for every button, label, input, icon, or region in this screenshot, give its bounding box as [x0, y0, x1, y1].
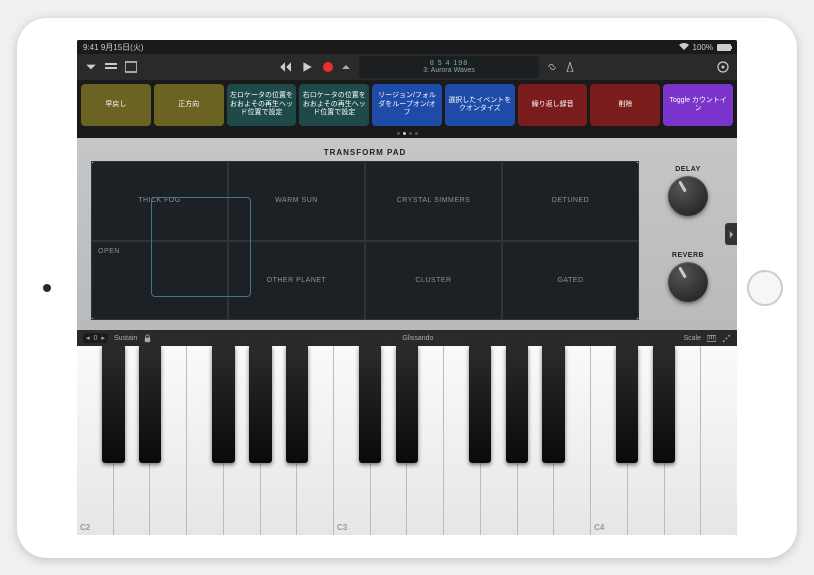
- wifi-icon: [679, 42, 689, 52]
- lock-icon[interactable]: [143, 334, 152, 343]
- kc-record-repeat[interactable]: 繰り返し録音: [518, 84, 588, 126]
- key-command-bar: 早戻し 正方向 左ロケータの位置をおおよその再生ヘッド位置で設定 右ロケータの位…: [77, 80, 737, 138]
- key-f2[interactable]: [187, 346, 224, 535]
- kc-rewind[interactable]: 早戻し: [81, 84, 151, 126]
- key-d4[interactable]: [628, 346, 665, 535]
- page-indicator[interactable]: [81, 129, 733, 138]
- key-f3[interactable]: [444, 346, 481, 535]
- pad-cell-other-planet[interactable]: OTHER PLANET: [228, 241, 365, 321]
- kc-countin-toggle[interactable]: Toggle カウントイン: [663, 84, 733, 126]
- piano-keyboard[interactable]: C2 C3 C4: [77, 346, 737, 535]
- cycle-icon[interactable]: [547, 62, 557, 72]
- tracks-icon[interactable]: [105, 61, 117, 73]
- key-b3[interactable]: [554, 346, 591, 535]
- transform-pad[interactable]: THICK FOG WARM SUN CRYSTAL SIMMERS DETUN…: [91, 161, 639, 320]
- pad-cell-thick-fog[interactable]: THICK FOG: [91, 161, 228, 241]
- status-time: 9:41 9月15日(火): [83, 42, 144, 53]
- kc-set-left-locator[interactable]: 左ロケータの位置をおおよその再生ヘッド位置で設定: [227, 84, 297, 126]
- octave-up-icon[interactable]: ▸: [101, 334, 105, 342]
- key-g3[interactable]: [481, 346, 518, 535]
- app-screen: 9:41 9月15日(火) 100%: [77, 40, 737, 535]
- reverb-knob-group: REVERB: [668, 252, 708, 302]
- pad-cell-cluster[interactable]: CLUSTER: [365, 241, 502, 321]
- key-e3[interactable]: [407, 346, 444, 535]
- octave-down-icon[interactable]: ◂: [86, 334, 90, 342]
- scale-button[interactable]: Scale: [683, 335, 701, 342]
- lcd-display[interactable]: 8 5 4 198 3: Aurora Waves: [359, 56, 539, 78]
- settings-icon[interactable]: [717, 61, 729, 73]
- pad-cell-warm-sun[interactable]: WARM SUN: [228, 161, 365, 241]
- sustain-button[interactable]: Sustain: [114, 335, 137, 342]
- lcd-position: 8 5 4 198: [430, 60, 468, 67]
- glissando-mode[interactable]: Glissando: [158, 335, 677, 342]
- kc-loop-toggle[interactable]: リージョン/フォルダをループオン/オフ: [372, 84, 442, 126]
- nav-down-icon[interactable]: [85, 61, 97, 73]
- key-c4[interactable]: C4: [591, 346, 628, 535]
- home-button[interactable]: [747, 270, 783, 306]
- octave-control[interactable]: ◂ 0 ▸: [83, 333, 108, 343]
- octave-value: 0: [94, 335, 98, 342]
- play-icon[interactable]: [301, 61, 313, 73]
- browser-icon[interactable]: [125, 61, 137, 73]
- kc-delete[interactable]: 削除: [590, 84, 660, 126]
- key-g2[interactable]: [224, 346, 261, 535]
- battery-icon: [717, 44, 731, 51]
- lcd-trackname: 3: Aurora Waves: [423, 67, 475, 74]
- app-toolbar: 8 5 4 198 3: Aurora Waves: [77, 54, 737, 80]
- kc-set-right-locator[interactable]: 右ロケータの位置をおおよその再生ヘッド位置で設定: [299, 84, 369, 126]
- keyboard-layout-icon[interactable]: [707, 334, 716, 343]
- arpeggiator-icon[interactable]: [722, 334, 731, 343]
- synth-panel: TRANSFORM PAD THICK FOG WARM SUN CRYSTAL…: [77, 138, 737, 330]
- delay-knob-group: DELAY: [668, 166, 708, 216]
- pad-cell-gated[interactable]: GATED: [502, 241, 639, 321]
- lcd-expand-icon[interactable]: [341, 62, 351, 72]
- status-bar: 9:41 9月15日(火) 100%: [77, 40, 737, 54]
- more-controls-handle[interactable]: [725, 223, 737, 245]
- delay-label: DELAY: [668, 166, 708, 173]
- key-c3[interactable]: C3: [334, 346, 371, 535]
- key-a3[interactable]: [518, 346, 555, 535]
- transform-pad-title: TRANSFORM PAD: [91, 148, 639, 157]
- battery-pct: 100%: [693, 43, 713, 52]
- key-f4[interactable]: [701, 346, 737, 535]
- white-keys[interactable]: C2 C3 C4: [77, 346, 737, 535]
- key-a2[interactable]: [261, 346, 298, 535]
- delay-knob[interactable]: [668, 176, 708, 216]
- metronome-icon[interactable]: [565, 62, 575, 72]
- front-camera: [43, 284, 51, 292]
- key-e4[interactable]: [665, 346, 702, 535]
- key-c2[interactable]: C2: [77, 346, 114, 535]
- key-e2[interactable]: [150, 346, 187, 535]
- rewind-icon[interactable]: [279, 61, 291, 73]
- pad-cell-detuned[interactable]: DETUNED: [502, 161, 639, 241]
- kc-forward[interactable]: 正方向: [154, 84, 224, 126]
- key-b2[interactable]: [297, 346, 334, 535]
- keyboard-option-strip: ◂ 0 ▸ Sustain Glissando Scale: [77, 330, 737, 346]
- pad-cell-crystal[interactable]: CRYSTAL SIMMERS: [365, 161, 502, 241]
- reverb-knob[interactable]: [668, 262, 708, 302]
- key-d2[interactable]: [114, 346, 151, 535]
- pad-cell-open[interactable]: OPEN: [91, 241, 228, 321]
- key-d3[interactable]: [371, 346, 408, 535]
- reverb-label: REVERB: [668, 252, 708, 259]
- ipad-frame: 9:41 9月15日(火) 100%: [17, 18, 797, 558]
- record-button[interactable]: [323, 62, 333, 72]
- kc-quantize[interactable]: 選択したイベントをクオンタイズ: [445, 84, 515, 126]
